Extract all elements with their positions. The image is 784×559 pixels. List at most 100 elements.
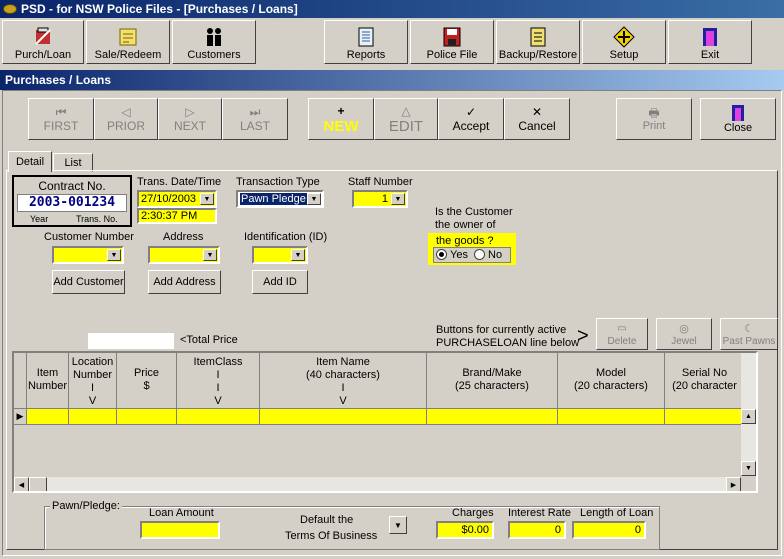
next-button[interactable]: ▷ NEXT — [158, 98, 222, 140]
column-header-item-number[interactable]: Item Number — [27, 353, 69, 409]
trans-date-value: 27/10/2003 — [141, 193, 197, 205]
line-buttons-caption2: PURCHASELOAN line below — [436, 337, 580, 349]
cell-model[interactable] — [558, 409, 665, 425]
setup-label: Setup — [609, 49, 639, 61]
cell-serial-no[interactable] — [665, 409, 745, 425]
delete-line-label: Delete — [607, 335, 637, 347]
scroll-left-icon[interactable]: ◀ — [14, 477, 29, 491]
reports-button[interactable]: Reports — [324, 20, 408, 64]
chevron-down-icon[interactable]: ▼ — [203, 249, 217, 261]
trans-time-field[interactable]: 2:30:37 PM — [137, 208, 217, 224]
column-header-model[interactable]: Model (20 characters) — [558, 353, 665, 409]
owner-yes-radio[interactable] — [436, 249, 447, 260]
printer-icon: 🖶 — [648, 106, 660, 120]
length-of-loan-field[interactable]: 0 — [572, 521, 646, 539]
transaction-type-select[interactable]: Pawn Pledge ▼ — [236, 190, 324, 208]
add-customer-button[interactable]: Add Customer — [52, 270, 125, 294]
jewel-button[interactable]: ◎ Jewel — [656, 318, 712, 350]
accept-button[interactable]: ✓ Accept — [438, 98, 504, 140]
print-button[interactable]: 🖶 Print — [616, 98, 692, 140]
customers-button[interactable]: Customers — [172, 20, 256, 64]
column-header-item-name[interactable]: Item Name (40 characters) I V — [260, 353, 427, 409]
cancel-label: Cancel — [518, 119, 556, 133]
identification-select[interactable]: ▼ — [252, 246, 308, 264]
jewel-icon: ◎ — [679, 322, 689, 335]
horizontal-scroll-thumb[interactable] — [29, 477, 47, 491]
column-header-serial-no[interactable]: Serial No (20 character — [665, 353, 745, 409]
setup-button[interactable]: Setup — [582, 20, 666, 64]
past-pawns-button[interactable]: ☾ Past Pawns — [720, 318, 778, 350]
delete-line-button[interactable]: ▭ Delete — [596, 318, 648, 350]
print-label: Print — [642, 120, 666, 132]
form-title: Purchases / Loans — [5, 73, 112, 87]
loan-amount-field[interactable] — [140, 521, 220, 539]
cell-price[interactable] — [117, 409, 177, 425]
last-label: LAST — [239, 119, 270, 133]
add-id-label: Add ID — [263, 276, 297, 288]
cell-item-number[interactable] — [27, 409, 69, 425]
address-select[interactable]: ▼ — [148, 246, 220, 264]
first-button[interactable]: ⏮ FIRST — [28, 98, 94, 140]
chevron-down-icon[interactable]: ▼ — [291, 249, 305, 261]
column-header-price[interactable]: Price $ — [117, 353, 177, 409]
prior-button[interactable]: ◁ PRIOR — [94, 98, 158, 140]
cell-location-number[interactable] — [69, 409, 117, 425]
tab-detail[interactable]: Detail — [8, 151, 52, 172]
exit-button[interactable]: Exit — [668, 20, 752, 64]
column-header-item-class[interactable]: ItemClass I I V — [177, 353, 260, 409]
new-button[interactable]: + NEW — [308, 98, 374, 140]
transaction-type-label: Transaction Type — [236, 176, 320, 188]
owner-question-line3: the goods ? — [436, 235, 494, 247]
contract-number-field[interactable]: 2003-001234 — [17, 194, 127, 212]
interest-rate-field[interactable]: 0 — [508, 521, 566, 539]
add-address-button[interactable]: Add Address — [148, 270, 221, 294]
interest-rate-value: 0 — [554, 524, 561, 536]
door-icon — [732, 105, 744, 121]
cell-brand-make[interactable] — [427, 409, 558, 425]
chevron-down-icon[interactable]: ▼ — [307, 193, 321, 205]
edit-button[interactable]: △ EDIT — [374, 98, 438, 140]
trans-date-field[interactable]: 27/10/2003 ▼ — [137, 190, 217, 208]
vertical-scrollbar[interactable]: ▲ ▼ — [741, 353, 756, 476]
address-label: Address — [163, 231, 204, 243]
charges-field[interactable]: $0.00 — [436, 521, 494, 539]
add-customer-label: Add Customer — [53, 276, 124, 288]
column-header-location-number[interactable]: Location Number I V — [69, 353, 117, 409]
customer-number-select[interactable]: ▼ — [52, 246, 124, 264]
chevron-down-icon[interactable]: ▼ — [391, 193, 405, 205]
owner-question-line1: Is the Customer — [435, 206, 513, 218]
staff-number-select[interactable]: 1 ▼ — [352, 190, 408, 208]
floppy-disk-icon — [443, 27, 461, 47]
backup-restore-button[interactable]: Backup/Restore — [496, 20, 580, 64]
column-header-brand-make[interactable]: Brand/Make (25 characters) — [427, 353, 558, 409]
sale-redeem-button[interactable]: Sale/Redeem — [86, 20, 170, 64]
edit-icon: △ — [401, 103, 411, 118]
cancel-button[interactable]: ✕ Cancel — [504, 98, 570, 140]
items-grid[interactable]: Item Number Location Number I V Price $ … — [12, 351, 758, 493]
edit-label: EDIT — [388, 117, 424, 135]
purch-loan-button[interactable]: Purch/Loan — [2, 20, 84, 64]
scroll-up-icon[interactable]: ▲ — [741, 409, 756, 424]
police-file-button[interactable]: Police File — [410, 20, 494, 64]
close-button[interactable]: Close — [700, 98, 776, 140]
horizontal-scrollbar[interactable]: ◀ ▶ — [14, 477, 741, 491]
chevron-down-icon[interactable]: ▼ — [200, 193, 214, 205]
last-button[interactable]: ⏭ LAST — [222, 98, 288, 140]
default-terms-button[interactable]: ▼ — [389, 516, 407, 534]
report-icon — [358, 27, 374, 47]
cell-item-name[interactable] — [260, 409, 427, 425]
owner-no-radio[interactable] — [474, 249, 485, 260]
cell-item-class[interactable] — [177, 409, 260, 425]
pawn-pledge-label: Pawn/Pledge: — [50, 500, 122, 512]
police-file-label: Police File — [426, 49, 478, 61]
scroll-down-icon[interactable]: ▼ — [741, 461, 756, 476]
scroll-right-icon[interactable]: ▶ — [726, 477, 741, 491]
interest-rate-label: Interest Rate — [508, 507, 571, 519]
staff-number-value: 1 — [381, 193, 388, 205]
chevron-down-icon[interactable]: ▼ — [107, 249, 121, 261]
row-selector-header — [14, 353, 27, 409]
length-of-loan-label: Length of Loan — [580, 507, 654, 519]
add-id-button[interactable]: Add ID — [252, 270, 308, 294]
prior-record-icon: ◁ — [121, 105, 131, 119]
add-address-label: Add Address — [153, 276, 216, 288]
